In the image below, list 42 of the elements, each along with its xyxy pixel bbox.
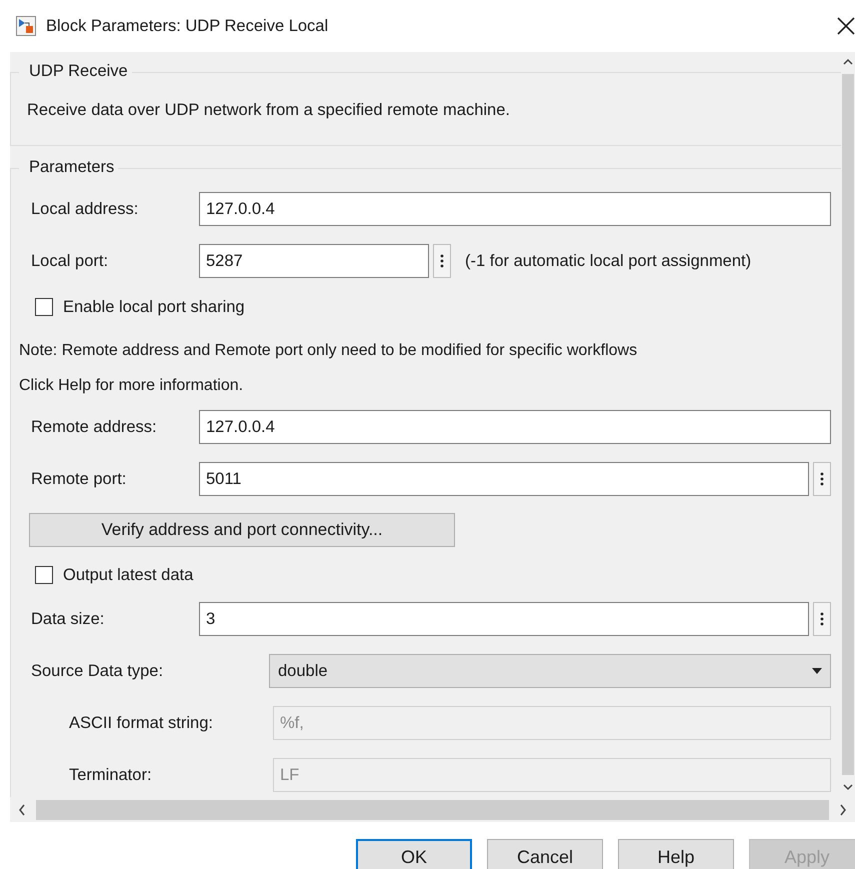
- window-title: Block Parameters: UDP Receive Local: [46, 16, 330, 36]
- checkbox[interactable]: [35, 566, 53, 584]
- field-label: Remote port:: [31, 470, 128, 488]
- checkbox[interactable]: [35, 298, 53, 316]
- field-label: Local address:: [31, 200, 140, 218]
- field-label: Data size:: [31, 610, 106, 628]
- hint-text: (-1 for automatic local port assignment): [465, 252, 752, 270]
- vertical-dots-icon: [440, 253, 444, 269]
- scroll-up-icon[interactable]: [843, 58, 853, 66]
- vertical-dots-icon: [820, 471, 824, 487]
- block-icon: [16, 16, 36, 36]
- scroll-right-icon[interactable]: [839, 804, 847, 816]
- vertical-scrollbar[interactable]: [841, 52, 855, 797]
- dialog-button[interactable]: Cancel: [487, 839, 603, 869]
- description-text: Receive data over UDP network from a specified remote machine.: [27, 101, 511, 120]
- caret-icon: [812, 668, 822, 674]
- more-options-button[interactable]: [433, 244, 451, 278]
- field-label: Terminator:: [69, 766, 153, 784]
- scroll-left-icon[interactable]: [18, 804, 26, 816]
- text-field[interactable]: 5287: [199, 244, 429, 278]
- field-label: Remote address:: [31, 418, 158, 436]
- close-icon[interactable]: [837, 17, 855, 35]
- text-field[interactable]: 127.0.0.4: [199, 410, 831, 444]
- scroll-down-icon[interactable]: [843, 783, 853, 791]
- dialog-button[interactable]: Help: [618, 839, 734, 869]
- horizontal-scrollbar[interactable]: [10, 797, 855, 822]
- dialog-button[interactable]: OK: [356, 839, 472, 869]
- checkbox-label[interactable]: Enable local port sharing: [63, 298, 245, 316]
- dropdown[interactable]: double: [269, 654, 831, 688]
- note-text: Click Help for more information.: [19, 376, 244, 396]
- note-text: Note: Remote address and Remote port only need to be modified for specific workflows: [19, 341, 638, 361]
- more-options-button[interactable]: [813, 462, 831, 496]
- vertical-dots-icon: [820, 611, 824, 627]
- field-label: ASCII format string:: [69, 714, 214, 732]
- text-field[interactable]: 3: [199, 602, 809, 636]
- field-label: Local port:: [31, 252, 110, 270]
- text-field[interactable]: 5011: [199, 462, 809, 496]
- checkbox-label[interactable]: Output latest data: [63, 566, 194, 584]
- text-field[interactable]: 127.0.0.4: [199, 192, 831, 226]
- more-options-button[interactable]: [813, 602, 831, 636]
- field-label: Source Data type:: [31, 662, 164, 680]
- verify-button[interactable]: Verify address and port connectivity...: [29, 513, 455, 547]
